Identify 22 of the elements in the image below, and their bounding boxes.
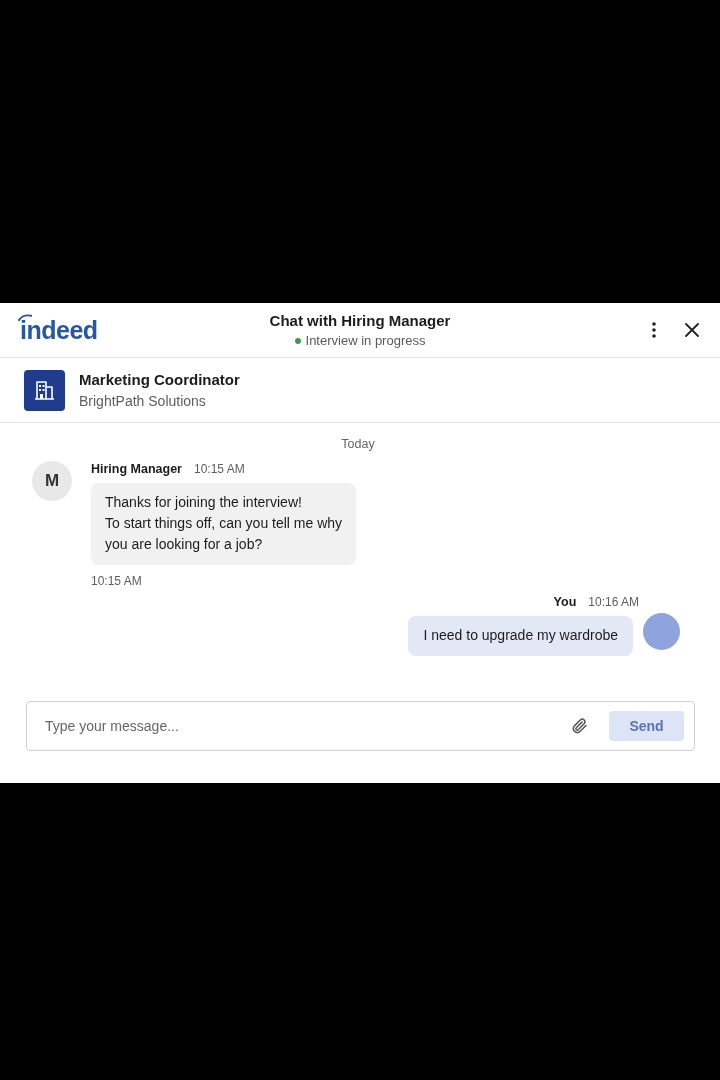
message-bubble: Thanks for joining the interview! To start things off, can you tell me why you are looking for a job? [91, 483, 357, 565]
menu-icon [652, 322, 656, 338]
sender-name: You [553, 594, 577, 611]
logo: indeed [18, 316, 98, 344]
message-time: 10:15 AM [91, 574, 142, 588]
message-bubble: I need to upgrade my wardrobe [408, 616, 633, 656]
company-name: BrightPath Solutions [79, 392, 207, 410]
job-title: Marketing Coordinator [79, 370, 240, 389]
message-input[interactable]: Type your message... [45, 718, 559, 734]
status-text: Interview in progress [305, 331, 426, 350]
close-icon [685, 323, 699, 337]
close-button[interactable] [682, 320, 702, 340]
building-icon [24, 369, 65, 411]
date-divider: Today [341, 436, 375, 452]
sender-name: Hiring Manager [91, 461, 182, 478]
status-dot-icon [294, 337, 301, 344]
message-time: 10:15 AM [194, 461, 245, 478]
avatar-icon [643, 613, 680, 650]
message-time: 10:16 AM [588, 594, 639, 611]
avatar-initial: M [32, 461, 72, 501]
paperclip-icon [570, 716, 590, 736]
chat-title: Chat with Hiring Manager [269, 310, 451, 331]
